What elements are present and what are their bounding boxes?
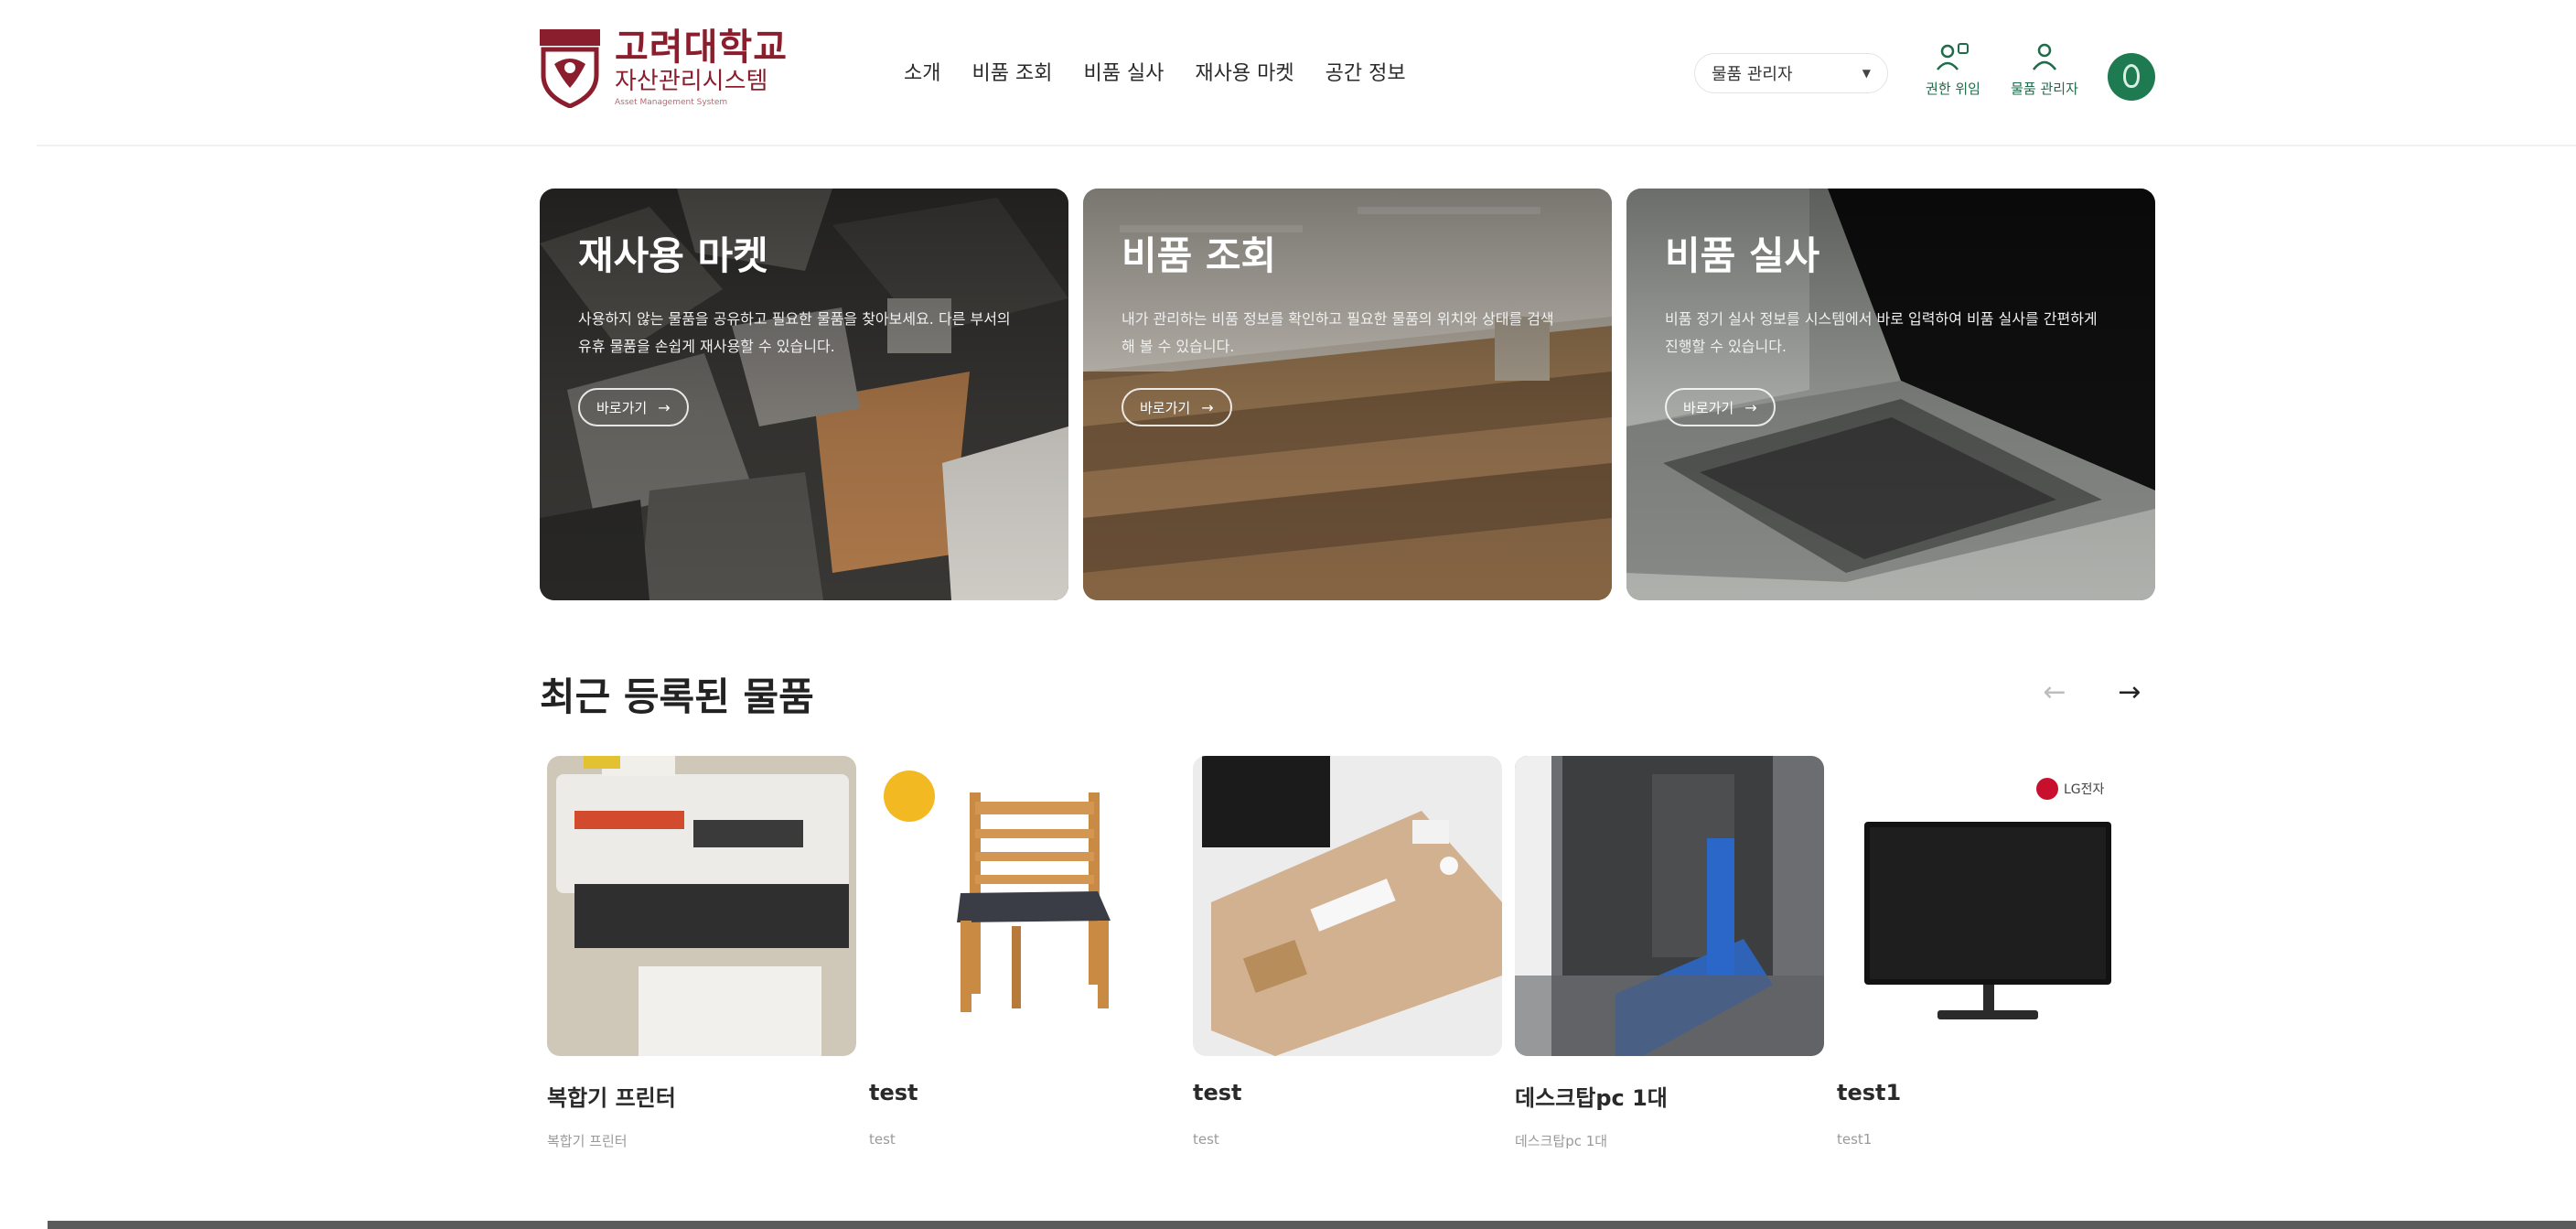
university-crest-icon xyxy=(538,27,602,109)
product-image-monitor[interactable]: LG전자 xyxy=(1837,756,2146,1056)
product-subtitle: 복합기 프린터 xyxy=(547,1133,628,1149)
brand-title: 고려대학교 xyxy=(615,27,788,69)
asset-manager-button[interactable]: 물품 관리자 xyxy=(2011,40,2078,98)
delegate-icon xyxy=(1937,43,1969,70)
role-select-value: 물품 관리자 xyxy=(1712,65,1793,84)
product-subtitle: test xyxy=(869,1131,896,1148)
brand-subtitle: 자산관리시스템 xyxy=(615,68,768,95)
arrow-right-icon: → xyxy=(1744,398,1757,416)
brand-badge: LG전자 xyxy=(2064,782,2105,797)
hero-description: 내가 관리하는 비품 정보를 확인하고 필요한 물품의 위치와 상태를 검색해 … xyxy=(1122,310,1554,355)
nav-item-about[interactable]: 소개 xyxy=(904,57,940,86)
product-subtitle: 데스크탑pc 1대 xyxy=(1515,1133,1608,1149)
hero-description: 사용하지 않는 물품을 공유하고 필요한 물품을 찾아보세요. 다른 부서의 유… xyxy=(578,310,1011,355)
carousel-prev-button[interactable]: ← xyxy=(2034,672,2075,712)
arrow-right-icon: → xyxy=(1201,398,1214,416)
hero-description: 비품 정기 실사 정보를 시스템에서 바로 입력하여 비품 실사를 간편하게 진… xyxy=(1665,310,2098,355)
caret-down-icon: ▼ xyxy=(1862,67,1871,80)
hero-go-label: 바로가기 xyxy=(1683,399,1734,416)
nav-item-space-info[interactable]: 공간 정보 xyxy=(1326,57,1406,86)
hero-title: 재사용 마켓 xyxy=(578,233,768,278)
product-name[interactable]: test xyxy=(1193,1080,1242,1105)
asset-manager-label: 물품 관리자 xyxy=(2011,81,2078,97)
logo[interactable]: 고려대학교 자산관리시스템 Asset Management System xyxy=(538,27,788,109)
product-name[interactable]: 데스크탑pc 1대 xyxy=(1515,1080,1668,1112)
user-icon xyxy=(2033,43,2056,70)
nav-item-asset-search[interactable]: 비품 조회 xyxy=(971,57,1052,86)
hero-card-asset-search[interactable]: 비품 조회 내가 관리하는 비품 정보를 확인하고 필요한 물품의 위치와 상태… xyxy=(1083,189,1612,600)
delegate-label: 권한 위임 xyxy=(1926,81,1980,97)
hero-title: 비품 조회 xyxy=(1122,233,1277,278)
nav-item-reuse-market[interactable]: 재사용 마켓 xyxy=(1195,57,1293,86)
arrow-left-icon: ← xyxy=(2043,675,2066,708)
arrow-right-icon: → xyxy=(2118,675,2141,708)
hero-title: 비품 실사 xyxy=(1665,233,1820,278)
main-nav: 소개 비품 조회 비품 실사 재사용 마켓 공간 정보 xyxy=(904,57,1437,86)
page-bottom-scroll-edge xyxy=(48,1221,2576,1229)
product-name[interactable]: 복합기 프린터 xyxy=(547,1080,676,1112)
hero-go-button[interactable]: 바로가기 → xyxy=(1122,388,1232,426)
hero-go-label: 바로가기 xyxy=(596,399,648,416)
product-image-desktop-pc[interactable] xyxy=(1515,756,1824,1056)
product-image-printer[interactable] xyxy=(547,756,856,1056)
header: 고려대학교 자산관리시스템 Asset Management System 소개… xyxy=(0,0,2576,145)
hero-card-reuse-market[interactable]: 재사용 마켓 사용하지 않는 물품을 공유하고 필요한 물품을 찾아보세요. 다… xyxy=(540,189,1068,600)
product-image-desk[interactable] xyxy=(1193,756,1502,1056)
arrow-right-icon: → xyxy=(658,398,671,416)
carousel-next-button[interactable]: → xyxy=(2109,672,2150,712)
product-name[interactable]: test1 xyxy=(1837,1080,1901,1105)
header-divider xyxy=(37,145,2576,146)
recent-items-title: 최근 등록된 물품 xyxy=(540,674,814,719)
avatar[interactable] xyxy=(2108,53,2155,101)
product-subtitle: test1 xyxy=(1837,1131,1873,1148)
role-select[interactable]: 물품 관리자 ▼ xyxy=(1694,53,1888,93)
hero-go-button[interactable]: 바로가기 → xyxy=(1665,388,1776,426)
brand-tagline: Asset Management System xyxy=(615,98,728,107)
nav-item-inspection[interactable]: 비품 실사 xyxy=(1083,57,1164,86)
hero-card-inspection[interactable]: 비품 실사 비품 정기 실사 정보를 시스템에서 바로 입력하여 비품 실사를 … xyxy=(1626,189,2155,600)
hero-go-label: 바로가기 xyxy=(1140,399,1191,416)
product-image-chair[interactable] xyxy=(869,756,1178,1056)
hero-go-button[interactable]: 바로가기 → xyxy=(578,388,689,426)
product-name[interactable]: test xyxy=(869,1080,918,1105)
delegate-button[interactable]: 권한 위임 xyxy=(1921,40,1985,98)
product-subtitle: test xyxy=(1193,1131,1219,1148)
